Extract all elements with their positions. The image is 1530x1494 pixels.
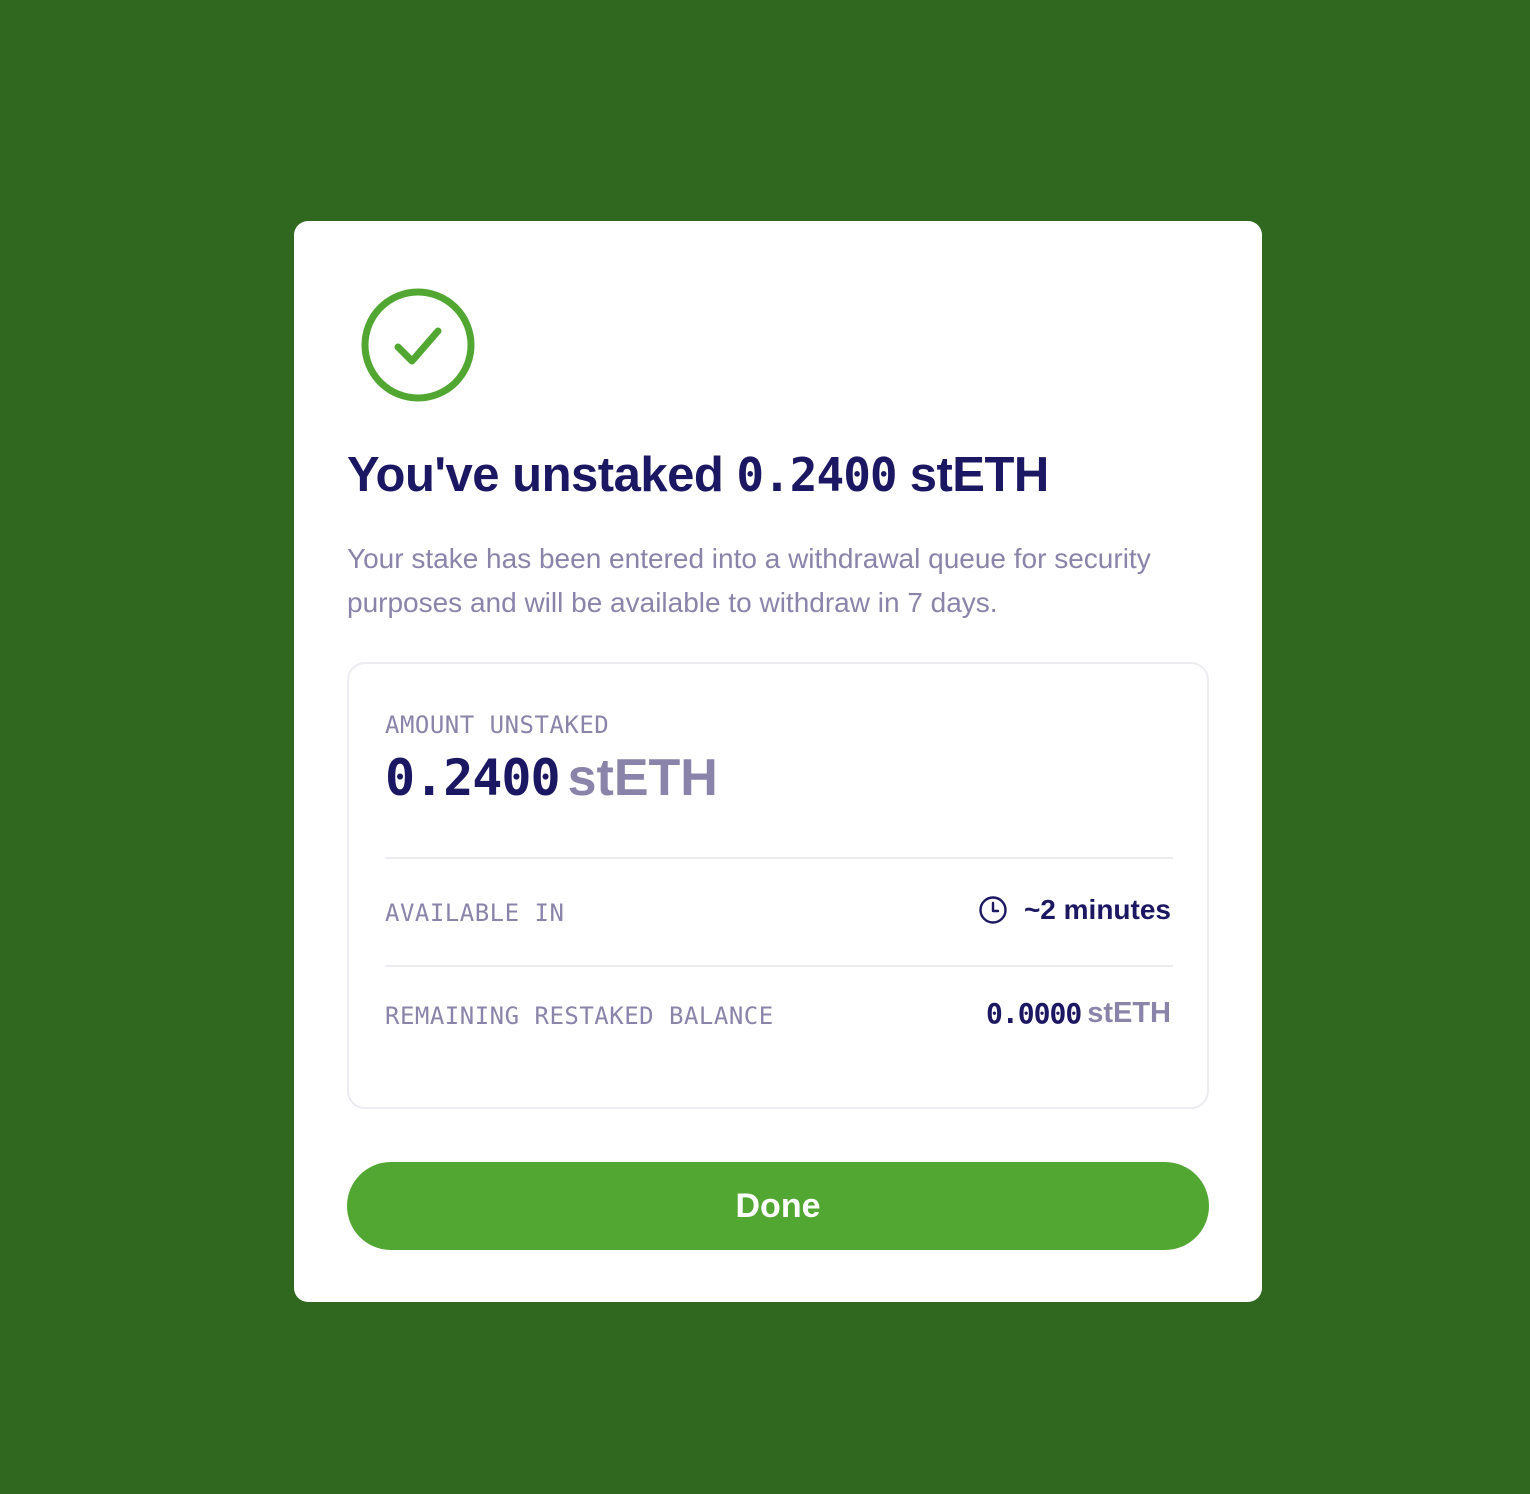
available-in-label: AVAILABLE IN (385, 899, 565, 927)
title-prefix: You've unstaked (347, 448, 724, 502)
amount-unstaked-label: AMOUNT UNSTAKED (385, 711, 610, 739)
unstake-summary-card: AMOUNT UNSTAKED 0.2400 stETH AVAILABLE IN… (347, 662, 1209, 1109)
amount-number: 0.2400 (385, 749, 561, 807)
available-time-text: ~2 minutes (1023, 894, 1171, 925)
check-circle-icon (360, 287, 476, 403)
remaining-balance-unit: stETH (1087, 997, 1171, 1029)
unstake-success-modal: You've unstaked 0.2400 stETH Your stake … (294, 221, 1262, 1302)
divider (385, 965, 1173, 967)
modal-subtitle: Your stake has been entered into a withd… (347, 543, 1151, 618)
title-unit: stETH (909, 448, 1050, 502)
remaining-balance-number: 0.0000 (986, 997, 1082, 1030)
amount-unstaked-value: 0.2400 stETH (385, 752, 718, 804)
modal-title: You've unstaked 0.2400 stETH (347, 448, 1050, 503)
remaining-balance-label: REMAINING RESTAKED BALANCE (385, 1002, 774, 1030)
divider (385, 857, 1173, 859)
done-button[interactable]: Done (347, 1162, 1209, 1250)
title-amount: 0.2400 (736, 448, 897, 502)
remaining-balance-value: 0.0000 stETH (986, 997, 1171, 1030)
available-in-value: ~2 minutes (978, 894, 1171, 926)
clock-icon (978, 895, 1008, 925)
amount-unit: stETH (567, 749, 718, 807)
